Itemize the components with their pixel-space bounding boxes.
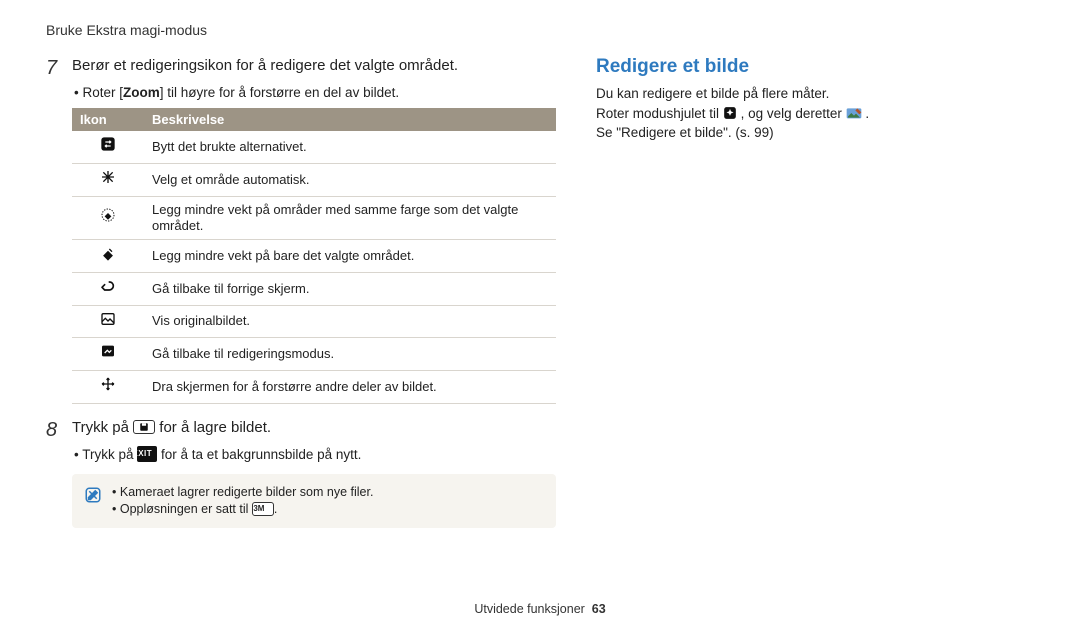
cell-desc: Vis originalbildet. [144,305,556,338]
step-8-pre: Trykk på [72,419,133,436]
cell-desc: Dra skjermen for å forstørre andre deler… [144,371,556,404]
bullet-pre-text: Roter [ [82,85,123,100]
resolution-icon: 3M [252,502,274,516]
bullet-post: for å ta et bakgrunnsbilde på nytt. [161,447,361,462]
original-image-icon [72,305,144,338]
pan-icon [72,371,144,404]
note-line-2: Oppløsningen er satt til 3M. [112,501,373,518]
note-box: Kameraet lagrer redigerte bilder som nye… [72,474,556,528]
content-columns: 7 Berør et redigeringsikon for å rediger… [46,56,1034,528]
table-row: Legg mindre vekt på bare det valgte områ… [72,240,556,273]
table-row: Legg mindre vekt på områder med samme fa… [72,196,556,240]
right-line-2: Roter modushjulet til , og velg deretter… [596,104,1034,124]
table-row: Gå tilbake til forrige skjerm. [72,272,556,305]
right-line-2-post: . [865,106,869,121]
cell-desc: Velg et område automatisk. [144,163,556,196]
bullet-post-text: ] til høyre for å forstørre en del av bi… [160,85,399,100]
step-8-post: for å lagre bildet. [159,419,271,436]
mode-dial-magic-icon [723,106,737,120]
note-line-2-pre: Oppløsningen er satt til [120,502,252,516]
zoom-label: Zoom [123,85,160,100]
document-page: Bruke Ekstra magi-modus 7 Berør et redig… [0,0,1080,630]
cell-desc: Gå tilbake til redigeringsmodus. [144,338,556,371]
step-8: 8 Trykk på for å lagre bildet. [46,418,556,442]
step-number: 7 [46,56,62,80]
note-icon [84,486,102,504]
note-body: Kameraet lagrer redigerte bilder som nye… [112,484,373,518]
cell-desc: Legg mindre vekt på bare det valgte områ… [144,240,556,273]
table-row: Velg et område automatisk. [72,163,556,196]
swap-icon [72,131,144,163]
back-arrow-icon [72,272,144,305]
star-select-icon [72,163,144,196]
header-breadcrumb: Bruke Ekstra magi-modus [46,22,1034,38]
right-line-3: Se "Redigere et bilde". (s. 99) [596,123,1034,143]
exit-button-icon: EXIT [137,446,157,462]
right-column: Redigere et bilde Du kan redigere et bil… [596,56,1034,528]
right-line-1: Du kan redigere et bilde på flere måter. [596,84,1034,104]
table-row: Dra skjermen for å forstørre andre deler… [72,371,556,404]
step-7: 7 Berør et redigeringsikon for å rediger… [46,56,556,80]
step-text: Berør et redigeringsikon for å redigere … [72,56,556,76]
step-7-bullet: Roter [Zoom] til høyre for å forstørre e… [74,84,556,102]
step-text: Trykk på for å lagre bildet. [72,418,556,438]
table-header-desc: Beskrivelse [144,108,556,131]
footer-label: Utvidede funksjoner [474,602,584,616]
cell-desc: Gå tilbake til forrige skjerm. [144,272,556,305]
section-title: Redigere et bilde [596,56,1034,78]
step-8-bullet: Trykk på EXIT for å ta et bakgrunnsbilde… [74,446,556,464]
page-number: 63 [592,602,606,616]
icon-description-table: Ikon Beskrivelse Bytt det brukte alterna… [72,108,556,404]
edit-mode-icon [72,338,144,371]
right-line-2-pre: Roter modushjulet til [596,106,723,121]
eraser-less-selected-icon [72,240,144,273]
page-footer: Utvidede funksjoner 63 [0,602,1080,616]
note-line-2-post: . [274,502,277,516]
table-row: Bytt det brukte alternativet. [72,131,556,163]
eraser-less-color-icon [72,196,144,240]
table-header-icon: Ikon [72,108,144,131]
step-number: 8 [46,418,62,442]
edit-image-icon [846,106,862,120]
right-line-2-mid: , og velg deretter [741,106,846,121]
save-button-icon [133,420,155,434]
bullet-pre: Trykk på [82,447,137,462]
table-row: Vis originalbildet. [72,305,556,338]
table-row: Gå tilbake til redigeringsmodus. [72,338,556,371]
note-line-1: Kameraet lagrer redigerte bilder som nye… [112,484,373,501]
left-column: 7 Berør et redigeringsikon for å rediger… [46,56,556,528]
cell-desc: Legg mindre vekt på områder med samme fa… [144,196,556,240]
cell-desc: Bytt det brukte alternativet. [144,131,556,163]
